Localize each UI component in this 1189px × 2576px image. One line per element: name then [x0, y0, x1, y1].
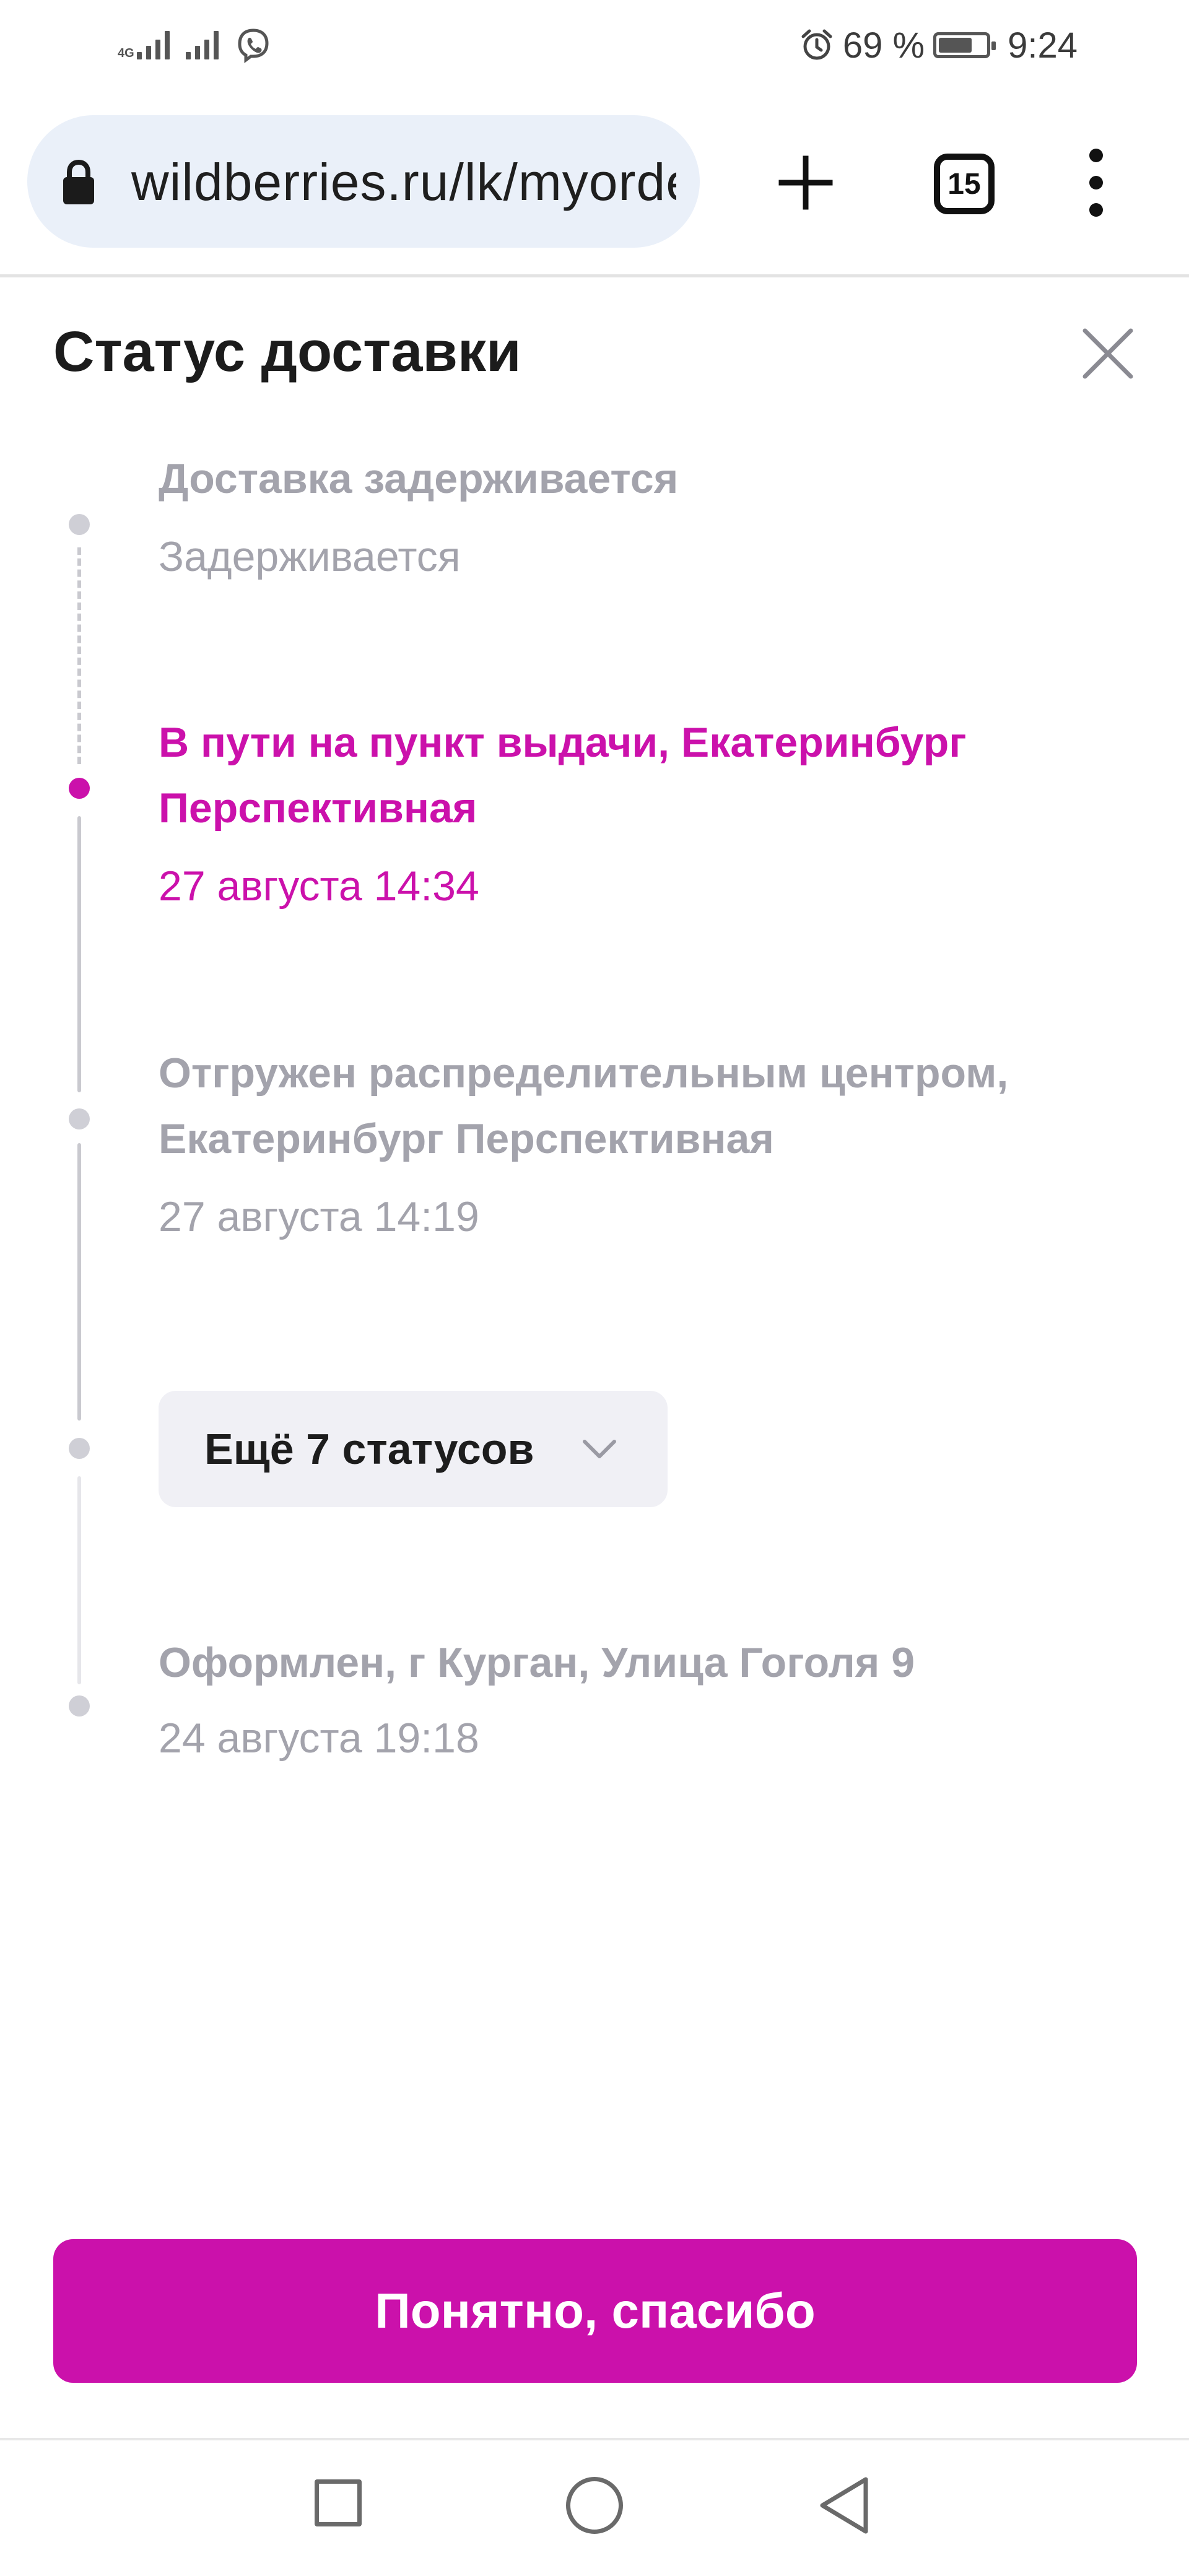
status-subtitle: Задерживается	[159, 533, 461, 580]
status-title: Отгружен распределительным центром,	[159, 1050, 1009, 1097]
status-date-active: 27 августа 14:34	[159, 863, 479, 910]
battery-percentage: 69 %	[842, 25, 925, 66]
timeline-dot	[69, 1438, 90, 1459]
timeline-dot	[69, 1108, 90, 1129]
mobile-signal-4g: 4G	[118, 31, 170, 59]
status-title-line2: Екатеринбург Перспективная	[159, 1115, 774, 1162]
more-options-menu-button[interactable]	[1078, 149, 1115, 217]
timeline-line	[77, 816, 81, 1092]
status-bar-right: 69 % 9:24	[799, 24, 1078, 67]
signal-strength-icon-2	[185, 31, 219, 59]
timeline-dot	[69, 1695, 90, 1717]
menu-dot	[1089, 176, 1103, 189]
tab-switcher-button[interactable]: 15	[934, 154, 995, 214]
timeline-dot-active	[69, 778, 90, 799]
alarm-clock-icon	[801, 29, 832, 60]
signal-strength-icon	[136, 31, 170, 59]
status-bar-left: 4G	[118, 24, 272, 67]
network-type-label: 4G	[118, 46, 134, 60]
status-title-active: В пути на пункт выдачи, Екатеринбург	[159, 719, 967, 766]
viber-icon	[238, 28, 269, 63]
modal-title: Статус доставки	[53, 320, 521, 383]
close-icon[interactable]	[1080, 326, 1136, 381]
timeline-line	[77, 1143, 81, 1421]
confirm-button[interactable]: Понятно, спасибо	[53, 2239, 1137, 2383]
url-text[interactable]: wildberries.ru/lk/myorders	[131, 152, 676, 212]
chevron-down-icon	[583, 1440, 616, 1458]
status-date: 27 августа 14:19	[159, 1193, 479, 1240]
menu-dot	[1089, 203, 1103, 217]
battery-icon	[933, 32, 996, 58]
menu-dot	[1089, 149, 1103, 162]
status-date: 24 августа 19:18	[159, 1715, 479, 1762]
clock-time: 9:24	[1008, 25, 1078, 66]
back-icon[interactable]	[816, 2474, 872, 2536]
status-title: Доставка задерживается	[159, 455, 679, 502]
status-bar: 4G 69 % 9:24	[0, 0, 1189, 93]
show-more-label: Ещё 7 статусов	[204, 1425, 534, 1473]
timeline-line	[77, 1476, 81, 1684]
new-tab-button[interactable]	[775, 152, 836, 213]
home-icon[interactable]	[566, 2477, 623, 2534]
lock-icon	[63, 159, 94, 204]
recent-apps-icon[interactable]	[315, 2479, 362, 2526]
timeline-dashed-line	[77, 547, 81, 764]
status-title: Оформлен, г Курган, Улица Гоголя 9	[159, 1639, 915, 1686]
toolbar-divider	[0, 274, 1189, 277]
nav-bar-divider	[0, 2438, 1189, 2440]
timeline-dot	[69, 514, 90, 535]
status-title-active-line2: Перспективная	[159, 785, 477, 832]
